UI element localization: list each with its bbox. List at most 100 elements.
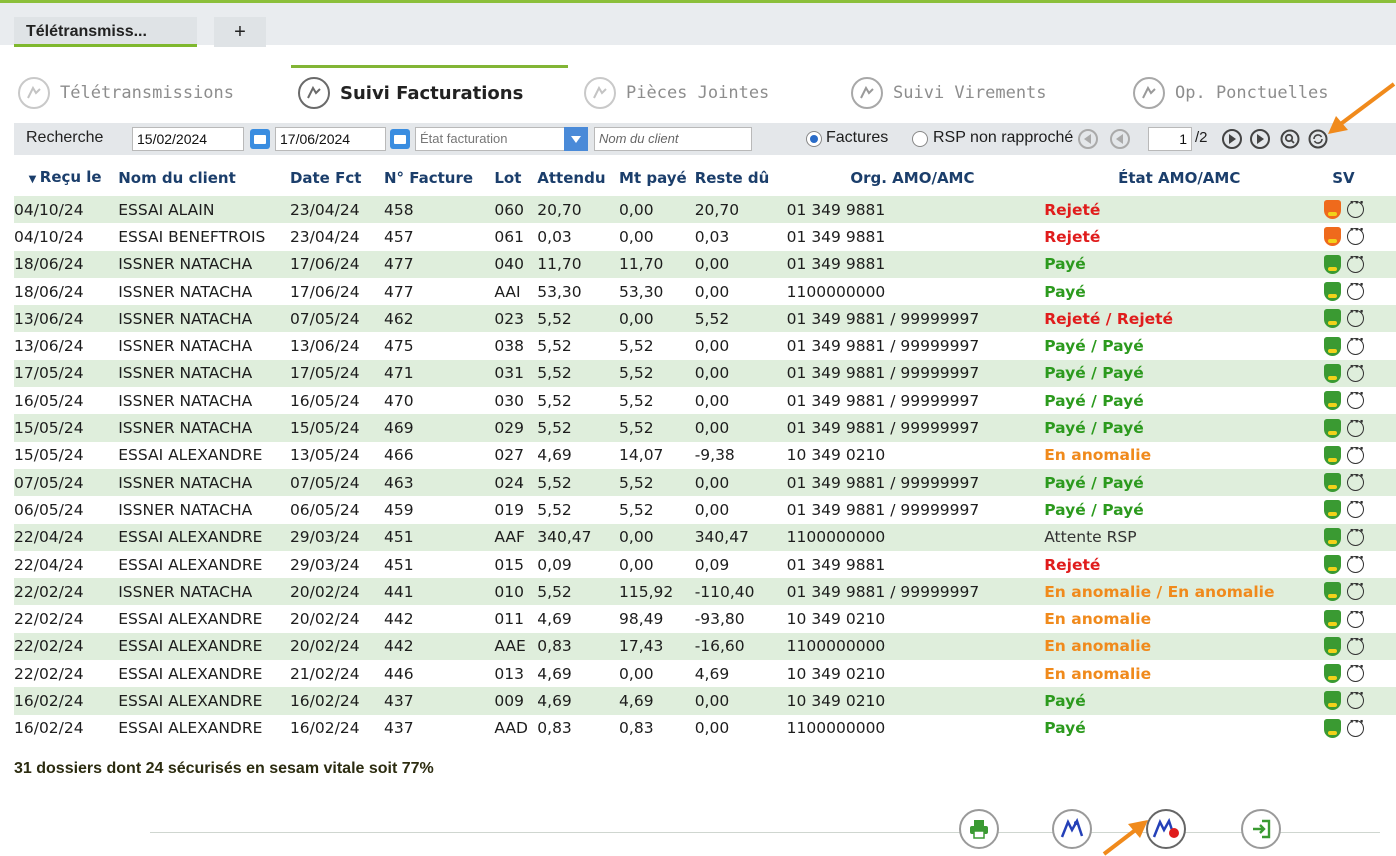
calendar-icon[interactable] xyxy=(390,129,410,149)
cell-org-amo-amc: 01 349 9881 / 99999997 xyxy=(786,391,980,410)
more-options-icon[interactable] xyxy=(1347,360,1365,382)
last-page-icon[interactable] xyxy=(1250,129,1270,149)
teletransmit-alert-button[interactable] xyxy=(1146,809,1186,849)
more-options-icon[interactable] xyxy=(1347,333,1365,355)
exit-button[interactable] xyxy=(1241,809,1281,849)
col-lot[interactable]: Lot xyxy=(492,160,535,196)
table-row[interactable]: 06/05/24 ISSNER NATACHA 06/05/24 459 019 5,52… xyxy=(14,496,1396,524)
module-nav: Télétransmissions Suivi Facturations Piè… xyxy=(0,65,1396,121)
table-row[interactable]: 16/02/24 ESSAI ALEXANDRE 16/02/24 437 009 4,6… xyxy=(14,687,1396,715)
client-name-input[interactable]: Nom du client xyxy=(594,127,752,151)
table-row[interactable]: 18/06/24 ISSNER NATACHA 17/06/24 477 AAI 53,3… xyxy=(14,277,1396,306)
table-row[interactable]: 13/06/24 ISSNER NATACHA 13/06/24 475 038 5,52… xyxy=(14,332,1396,360)
cell-etat-amo-amc: Payé / Payé xyxy=(1044,391,1144,410)
cell-sv xyxy=(1318,524,1396,551)
cell-date-fct: 13/06/24 xyxy=(289,337,360,356)
nav-pieces-jointes[interactable]: Pièces Jointes xyxy=(584,77,769,109)
more-options-icon[interactable] xyxy=(1347,387,1365,410)
col-mt-paye[interactable]: Mt payé xyxy=(617,160,693,196)
nav-op-ponctuelles[interactable]: Op. Ponctuelles xyxy=(1133,77,1329,109)
cell-recu-le: 16/02/24 xyxy=(14,719,84,738)
more-options-icon[interactable] xyxy=(1347,524,1365,546)
cell-lot: 010 xyxy=(494,582,524,601)
col-sv[interactable]: SV xyxy=(1318,160,1396,196)
more-options-icon[interactable] xyxy=(1347,415,1365,437)
radio-factures[interactable] xyxy=(806,131,822,147)
more-options-icon[interactable] xyxy=(1347,633,1365,655)
table-row[interactable]: 18/06/24 ISSNER NATACHA 17/06/24 477 040 11,7… xyxy=(14,250,1396,278)
cell-invoice-number: 466 xyxy=(383,446,414,465)
col-org-amo-amc[interactable]: Org. AMO/AMC xyxy=(785,160,1041,196)
tab-teletransmission[interactable]: Télétransmiss... xyxy=(14,17,197,47)
more-options-icon[interactable] xyxy=(1347,606,1365,628)
table-row[interactable]: 16/02/24 ESSAI ALEXANDRE 16/02/24 437 AAD 0,8… xyxy=(14,714,1396,742)
nav-label: Op. Ponctuelles xyxy=(1175,83,1329,103)
col-attendu[interactable]: Attendu xyxy=(535,160,617,196)
more-options-icon[interactable] xyxy=(1347,196,1365,219)
table-row[interactable]: 22/04/24 ESSAI ALEXANDRE 29/03/24 451 AAF 340… xyxy=(14,523,1396,551)
teletransmit-button[interactable] xyxy=(1052,809,1092,849)
prev-page-icon[interactable] xyxy=(1110,129,1130,149)
more-options-icon[interactable] xyxy=(1347,305,1365,328)
table-row[interactable]: 04/10/24 ESSAI BENEFTROIS 23/04/24 457 061 0,… xyxy=(14,223,1396,251)
col-n-facture[interactable]: N° Facture xyxy=(382,160,492,196)
more-options-icon[interactable] xyxy=(1347,496,1365,519)
cell-mt-paye: 5,52 xyxy=(619,419,654,438)
table-row[interactable]: 07/05/24 ISSNER NATACHA 07/05/24 463 024 5,52… xyxy=(14,468,1396,497)
cell-recu-le: 22/02/24 xyxy=(14,637,84,656)
calendar-icon[interactable] xyxy=(250,129,270,149)
page-number-input[interactable]: 1 xyxy=(1148,127,1192,151)
etat-facturation-select[interactable]: État facturation xyxy=(415,127,565,151)
cell-mt-paye: 0,00 xyxy=(619,664,654,683)
table-row[interactable]: 15/05/24 ESSAI ALEXANDRE 13/05/24 466 027 4,6… xyxy=(14,441,1396,469)
table-header-row: ▼ Reçu le Nom du client Date Fct N° Fact… xyxy=(14,160,1396,196)
more-options-icon[interactable] xyxy=(1347,469,1365,492)
table-row[interactable]: 17/05/24 ISSNER NATACHA 17/05/24 471 031 5,52… xyxy=(14,359,1396,388)
table-row[interactable]: 22/02/24 ESSAI ALEXANDRE 20/02/24 442 AAE 0,8… xyxy=(14,632,1396,661)
more-options-icon[interactable] xyxy=(1347,251,1365,273)
date-to-field[interactable]: 17/06/2024 xyxy=(275,127,386,151)
radio-rsp[interactable] xyxy=(912,131,928,147)
date-from-field[interactable]: 15/02/2024 xyxy=(132,127,244,151)
col-etat-amo-amc[interactable]: État AMO/AMC xyxy=(1040,160,1318,196)
radio-factures-label[interactable]: Factures xyxy=(826,129,888,153)
cell-client-name: ESSAI ALEXANDRE xyxy=(118,528,263,547)
cell-reste-du: 0,00 xyxy=(694,337,730,356)
search-icon[interactable] xyxy=(1280,129,1300,149)
more-options-icon[interactable] xyxy=(1347,687,1365,710)
table-row[interactable]: 04/10/24 ESSAI ALAIN 23/04/24 458 060 20,70 0,… xyxy=(14,196,1396,224)
cell-invoice-number: 441 xyxy=(383,582,414,601)
first-page-icon[interactable] xyxy=(1078,129,1098,149)
add-tab-button[interactable]: + xyxy=(214,17,266,47)
table-row[interactable]: 22/02/24 ESSAI ALEXANDRE 21/02/24 446 013 4,6… xyxy=(14,660,1396,688)
more-options-icon[interactable] xyxy=(1347,660,1365,683)
table-row[interactable]: 16/05/24 ISSNER NATACHA 16/05/24 470 030 5,52… xyxy=(14,387,1396,415)
more-options-icon[interactable] xyxy=(1347,223,1365,246)
cell-date-fct: 06/05/24 xyxy=(289,500,360,519)
nav-suivi-facturations[interactable]: Suivi Facturations xyxy=(298,77,523,109)
cell-recu-le: 22/02/24 xyxy=(14,664,84,683)
print-button[interactable] xyxy=(959,809,999,849)
more-options-icon[interactable] xyxy=(1347,715,1365,737)
col-reste-du[interactable]: Reste dû xyxy=(693,160,785,196)
nav-teletransmissions[interactable]: Télétransmissions xyxy=(18,77,234,109)
more-options-icon[interactable] xyxy=(1347,551,1365,573)
table-row[interactable]: 13/06/24 ISSNER NATACHA 07/05/24 462 023 5,52… xyxy=(14,305,1396,333)
more-options-icon[interactable] xyxy=(1347,442,1365,464)
table-row[interactable]: 22/02/24 ISSNER NATACHA 20/02/24 441 010 5,52… xyxy=(14,578,1396,606)
next-page-icon[interactable] xyxy=(1222,129,1242,149)
chevron-down-icon[interactable] xyxy=(564,127,588,151)
col-date-fct[interactable]: Date Fct xyxy=(288,160,382,196)
radio-rsp-label[interactable]: RSP non rapproché xyxy=(933,129,1073,153)
operation-icon xyxy=(1133,77,1165,109)
active-tab-indicator xyxy=(291,65,568,68)
cell-date-fct: 07/05/24 xyxy=(289,473,360,492)
table-row[interactable]: 22/02/24 ESSAI ALEXANDRE 20/02/24 442 011 4,6… xyxy=(14,605,1396,633)
table-row[interactable]: 22/04/24 ESSAI ALEXANDRE 29/03/24 451 015 0,0… xyxy=(14,550,1396,579)
nav-suivi-virements[interactable]: Suivi Virements xyxy=(851,77,1047,109)
more-options-icon[interactable] xyxy=(1347,578,1365,601)
col-recu-le[interactable]: ▼ Reçu le xyxy=(14,160,116,196)
table-row[interactable]: 15/05/24 ISSNER NATACHA 15/05/24 469 029 5,52… xyxy=(14,414,1396,442)
more-options-icon[interactable] xyxy=(1347,278,1365,301)
col-nom-client[interactable]: Nom du client xyxy=(116,160,288,196)
